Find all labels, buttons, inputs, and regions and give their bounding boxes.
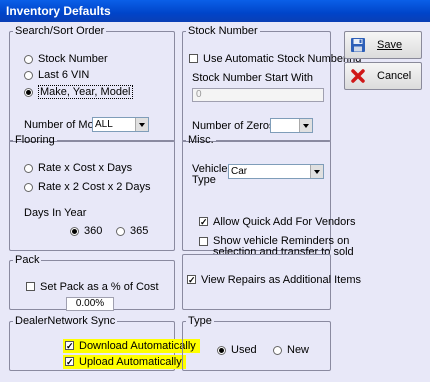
checkbox-label: Download Automatically [79, 340, 196, 352]
red-x-icon [349, 67, 367, 85]
radio-type-used[interactable]: Used [217, 344, 257, 356]
radio-dot [116, 226, 125, 236]
check-icon: ✓ [199, 217, 208, 227]
radio-rate-2cost-2days[interactable]: Rate x 2 Cost x 2 Days [24, 181, 151, 193]
misc-legend: Misc. [188, 134, 214, 146]
auto-stock-checkbox[interactable]: Use Automatic Stock Numbering [189, 53, 361, 65]
vehicle-type-select[interactable]: Car [228, 164, 324, 179]
checkbox-label: Set Pack as a % of Cost [40, 281, 159, 293]
radio-days-365[interactable]: 365 [116, 225, 148, 237]
flooring-legend: Flooring [15, 134, 55, 146]
radio-dot [273, 345, 282, 355]
radio-type-new[interactable]: New [273, 344, 309, 356]
radio-label: Make, Year, Model [38, 85, 133, 99]
radio-dot-selected [70, 226, 79, 236]
radio-dot [24, 163, 33, 173]
repairs-group: ✓ View Repairs as Additional Items [182, 254, 361, 310]
window-title: Inventory Defaults [6, 4, 111, 18]
radio-dot-selected [217, 345, 226, 355]
vehicle-type-value: Car [231, 166, 248, 177]
radio-dot [24, 54, 33, 64]
zeros-select[interactable] [270, 118, 313, 133]
pack-legend: Pack [15, 254, 40, 266]
cancel-button[interactable]: Cancel [344, 62, 422, 90]
chevron-down-icon[interactable] [299, 119, 312, 132]
chevron-down-icon[interactable] [135, 118, 148, 131]
radio-label: Rate x Cost x Days [38, 162, 133, 174]
start-with-label: Stock Number Start With [192, 72, 314, 84]
flooring-group: Flooring Rate x Cost x Days Rate x 2 Cos… [9, 134, 175, 251]
pack-percent-input[interactable]: 0.00% [66, 297, 114, 311]
floppy-disk-icon [349, 36, 367, 54]
radio-dot [24, 70, 33, 80]
pack-group: Pack Set Pack as a % of Cost 0.00% [9, 254, 175, 311]
radio-label: Last 6 VIN [38, 69, 90, 81]
radio-label: Used [231, 344, 257, 356]
months-select[interactable]: ALL [92, 117, 149, 132]
check-icon: ✓ [65, 341, 74, 351]
check-icon: ✓ [65, 357, 74, 367]
radio-rate-cost-days[interactable]: Rate x Cost x Days [24, 162, 132, 174]
stock-number-legend: Stock Number [188, 25, 258, 37]
upload-auto-checkbox[interactable]: ✓ Upload Automatically [63, 355, 186, 369]
type-group: Type Used New [182, 315, 331, 371]
set-pack-checkbox[interactable]: Set Pack as a % of Cost [26, 281, 159, 293]
dialog-client-area: Search/Sort Order Stock Number Last 6 VI… [0, 22, 430, 382]
check-icon: ✓ [187, 275, 196, 285]
view-repairs-checkbox[interactable]: ✓ View Repairs as Additional Items [187, 274, 361, 286]
vehicle-type-label: Vehicle Type [192, 163, 228, 186]
search-sort-group: Search/Sort Order Stock Number Last 6 VI… [9, 25, 175, 142]
radio-last-6-vin[interactable]: Last 6 VIN [24, 69, 89, 81]
radio-make-year-model[interactable]: Make, Year, Model [24, 85, 133, 99]
checkbox-box [199, 237, 208, 246]
checkbox-label: Allow Quick Add For Vendors [213, 216, 356, 228]
chevron-down-icon[interactable] [310, 165, 323, 178]
radio-label: Stock Number [38, 53, 108, 65]
checkbox-label: View Repairs as Additional Items [201, 274, 361, 286]
quick-add-checkbox[interactable]: ✓ Allow Quick Add For Vendors [199, 216, 355, 228]
radio-dot [24, 182, 33, 192]
save-button[interactable]: Save [344, 31, 422, 59]
stock-number-group: Stock Number Use Automatic Stock Numberi… [182, 25, 361, 142]
title-bar: Inventory Defaults [0, 0, 430, 22]
start-with-input[interactable]: 0 [192, 88, 324, 102]
radio-label: Rate x 2 Cost x 2 Days [38, 181, 151, 193]
misc-group: Misc. Vehicle Type Car ✓ Allow Quick Add … [182, 134, 355, 258]
cancel-button-label: Cancel [377, 70, 412, 82]
checkbox-label: Use Automatic Stock Numbering [203, 53, 362, 65]
type-legend: Type [188, 315, 212, 327]
checkbox-box [26, 282, 35, 291]
pack-percent-value: 0.00% [75, 298, 105, 309]
download-auto-checkbox[interactable]: ✓ Download Automatically [63, 339, 200, 353]
start-with-value: 0 [196, 89, 202, 100]
radio-dot-selected [24, 87, 33, 97]
radio-label: 360 [84, 225, 103, 237]
radio-label: New [287, 344, 310, 356]
zeros-label: Number of Zeros [192, 120, 275, 132]
radio-label: 365 [130, 225, 149, 237]
checkbox-box [189, 54, 198, 63]
search-sort-legend: Search/Sort Order [15, 25, 105, 37]
save-button-label: Save [377, 39, 403, 51]
radio-stock-number[interactable]: Stock Number [24, 53, 108, 65]
radio-days-360[interactable]: 360 [70, 225, 102, 237]
dealer-sync-legend: DealerNetwork Sync [15, 315, 116, 327]
dealer-sync-group: DealerNetwork Sync ✓ Download Automatical… [9, 315, 200, 371]
checkbox-label: Upload Automatically [79, 356, 182, 368]
months-value: ALL [95, 119, 113, 130]
days-in-year-label: Days In Year [24, 207, 87, 219]
